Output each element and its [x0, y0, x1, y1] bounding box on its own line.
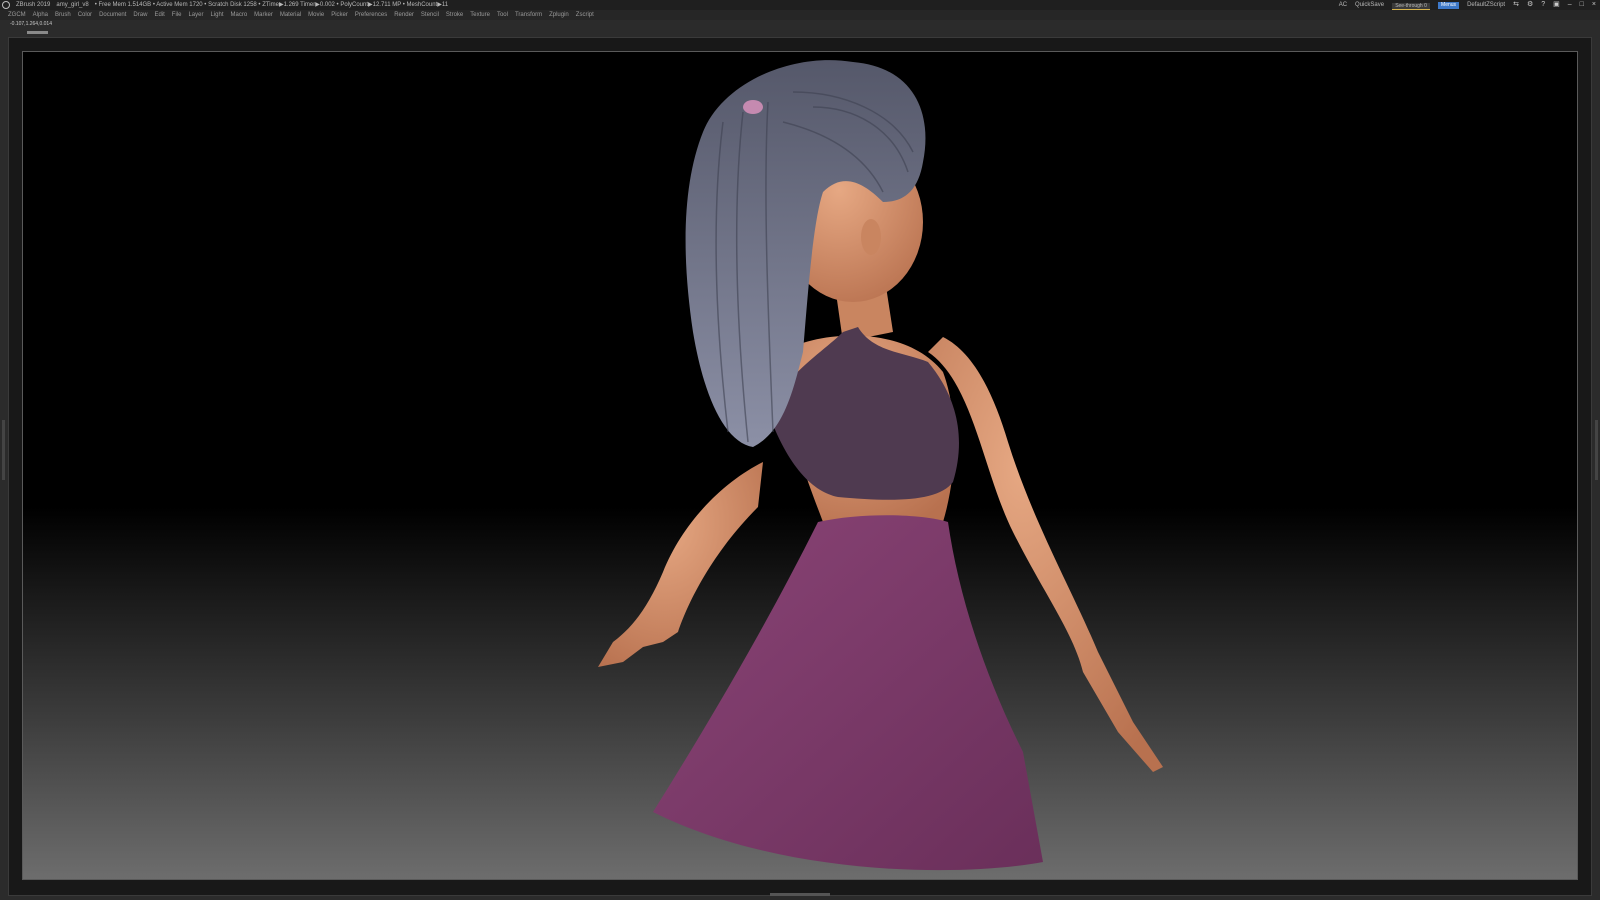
menu-stencil[interactable]: Stencil	[421, 10, 439, 20]
main-menu-bar: ZGCM Alpha Brush Color Document Draw Edi…	[0, 10, 1600, 20]
menu-brush[interactable]: Brush	[55, 10, 71, 20]
file-name: amy_girl_v8	[56, 2, 89, 8]
cursor-coordinates: -0.107,1.264,0.014	[10, 21, 52, 27]
menu-document[interactable]: Document	[99, 10, 126, 20]
menu-stroke[interactable]: Stroke	[446, 10, 463, 20]
menu-transform[interactable]: Transform	[515, 10, 542, 20]
memory-stats: • Free Mem 1.514GB • Active Mem 1720 • S…	[94, 2, 449, 8]
default-zscript-button[interactable]: DefaultZScript	[1467, 0, 1505, 10]
menu-preferences[interactable]: Preferences	[355, 10, 387, 20]
menu-macro[interactable]: Macro	[230, 10, 247, 20]
menu-zscript[interactable]: Zscript	[576, 10, 594, 20]
menu-zgcm[interactable]: ZGCM	[8, 10, 26, 20]
menu-draw[interactable]: Draw	[133, 10, 147, 20]
gear-icon[interactable]: ⚙	[1527, 0, 1533, 10]
help-icon[interactable]: ?	[1541, 0, 1545, 10]
ac-label[interactable]: AC	[1339, 0, 1347, 10]
menu-material[interactable]: Material	[280, 10, 301, 20]
right-tray-handle[interactable]	[1595, 420, 1598, 480]
title-bar: ZBrush 2019 amy_girl_v8 • Free Mem 1.514…	[0, 0, 1600, 10]
menu-zplugin[interactable]: Zplugin	[549, 10, 569, 20]
left-tray-handle[interactable]	[2, 420, 5, 480]
see-through-slider[interactable]: See-through 0	[1392, 2, 1431, 10]
canvas[interactable]	[22, 51, 1578, 880]
menu-color[interactable]: Color	[78, 10, 92, 20]
close-icon[interactable]: ×	[1592, 0, 1596, 10]
layout-icon[interactable]: ⇆	[1513, 0, 1519, 10]
menu-render[interactable]: Render	[394, 10, 414, 20]
left-arm	[598, 462, 763, 667]
zbrush-logo-icon	[2, 1, 10, 9]
quicksave-button[interactable]: QuickSave	[1355, 0, 1384, 10]
menus-button[interactable]: Menus	[1438, 2, 1460, 9]
menu-marker[interactable]: Marker	[254, 10, 273, 20]
scrunchie	[743, 100, 763, 114]
maximize-icon[interactable]: □	[1580, 0, 1584, 10]
menu-picker[interactable]: Picker	[331, 10, 348, 20]
minimize-icon[interactable]: –	[1568, 0, 1572, 10]
app-title: ZBrush 2019	[16, 2, 51, 8]
ear	[861, 219, 881, 255]
bottom-tray-handle[interactable]	[770, 893, 830, 896]
lock-icon[interactable]: ▣	[1553, 0, 1560, 10]
menu-light[interactable]: Light	[210, 10, 223, 20]
menu-movie[interactable]: Movie	[308, 10, 324, 20]
menu-tool[interactable]: Tool	[497, 10, 508, 20]
shelf-scrollbar[interactable]	[27, 31, 48, 34]
menu-layer[interactable]: Layer	[188, 10, 203, 20]
menu-alpha[interactable]: Alpha	[33, 10, 48, 20]
menu-file[interactable]: File	[172, 10, 182, 20]
skirt	[653, 515, 1043, 871]
menu-edit[interactable]: Edit	[154, 10, 164, 20]
menu-texture[interactable]: Texture	[470, 10, 490, 20]
sculpt-model[interactable]	[23, 52, 1578, 880]
